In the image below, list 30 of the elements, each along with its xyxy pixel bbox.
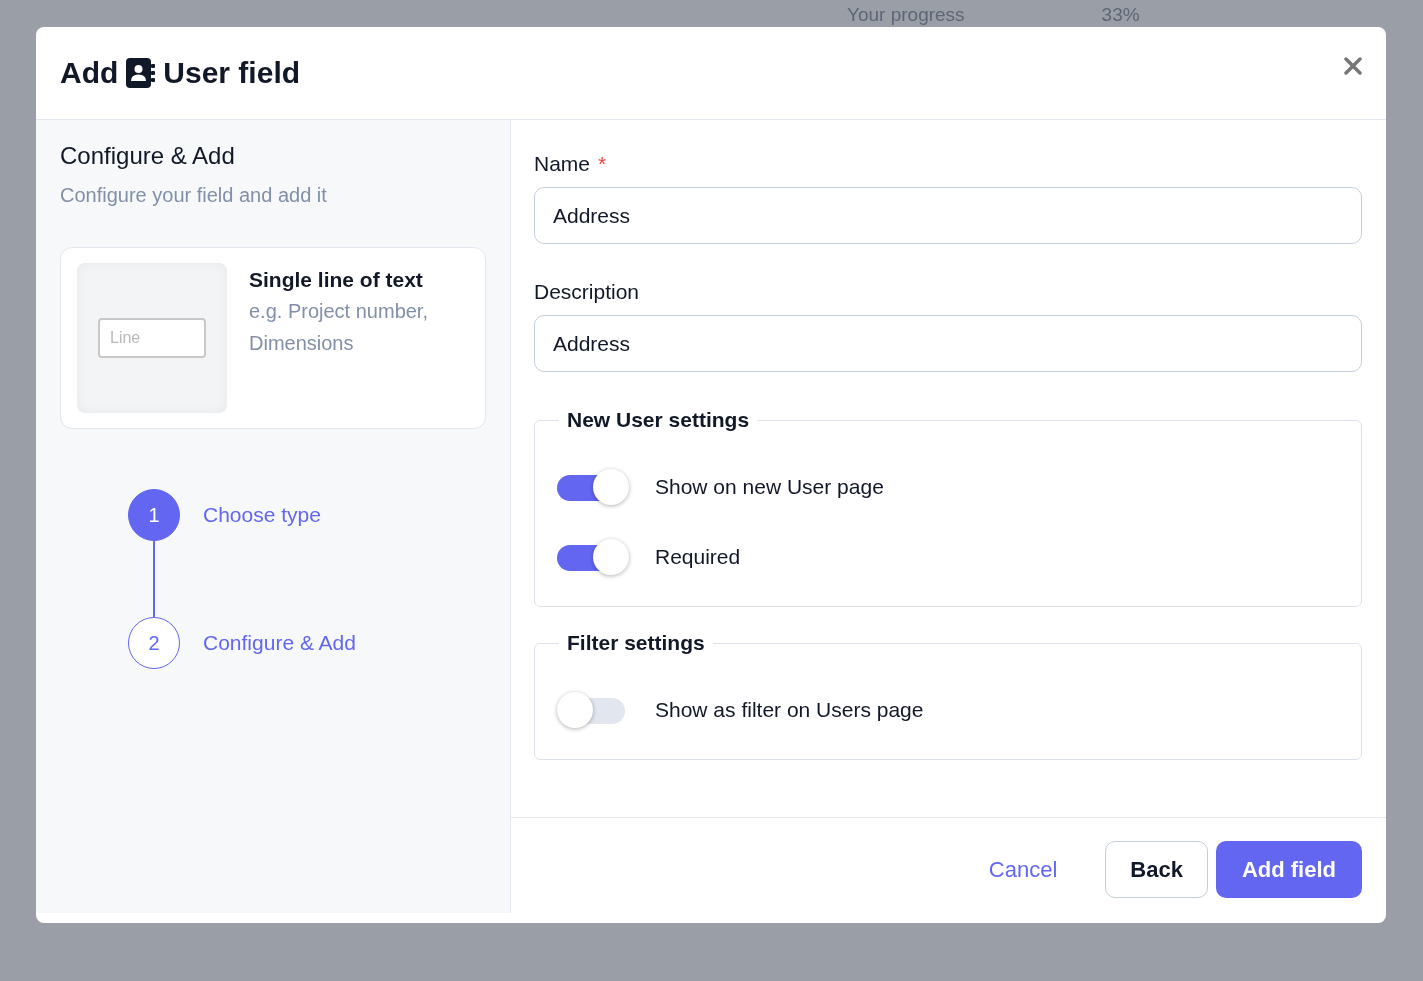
dialog-title: User field bbox=[163, 56, 301, 90]
field-label: Description bbox=[534, 280, 640, 304]
group-legend: Filter settings bbox=[559, 631, 713, 655]
contact-book-icon bbox=[126, 58, 156, 88]
cancel-link[interactable]: Cancel bbox=[964, 841, 1082, 898]
section-title: Configure & Add bbox=[60, 142, 236, 170]
field-label: Name bbox=[534, 152, 591, 176]
step-label[interactable]: Choose type bbox=[203, 503, 321, 527]
line-input-preview: Line bbox=[98, 318, 206, 358]
description-input[interactable]: Address bbox=[534, 315, 1362, 372]
progress-label: Your progress bbox=[847, 4, 965, 27]
dialog-button[interactable]: Back bbox=[1105, 841, 1208, 898]
step-number: 2 bbox=[128, 617, 180, 669]
dialog-title: Add bbox=[60, 56, 119, 90]
toggle-label: Required bbox=[655, 545, 741, 569]
toggle-switch[interactable] bbox=[557, 539, 631, 575]
close-icon[interactable] bbox=[1344, 57, 1362, 75]
required-mark: * bbox=[598, 152, 607, 176]
progress-value: 33% bbox=[1101, 4, 1140, 27]
toggle-label: Show on new User page bbox=[655, 475, 884, 499]
section-subtitle: Configure your field and add it bbox=[60, 184, 328, 207]
dialog-button[interactable]: Add field bbox=[1215, 841, 1362, 898]
step-number: 1 bbox=[128, 489, 180, 541]
toggle-switch[interactable] bbox=[557, 469, 631, 505]
field-type-title: Single line of text bbox=[249, 267, 424, 293]
step-label[interactable]: Configure & Add bbox=[203, 631, 356, 655]
name-input[interactable]: Address bbox=[534, 187, 1362, 244]
group-legend: New User settings bbox=[559, 408, 758, 432]
toggle-label: Show as filter on Users page bbox=[655, 698, 924, 722]
field-type-example: e.g. Project number, Dimensions bbox=[249, 299, 429, 356]
